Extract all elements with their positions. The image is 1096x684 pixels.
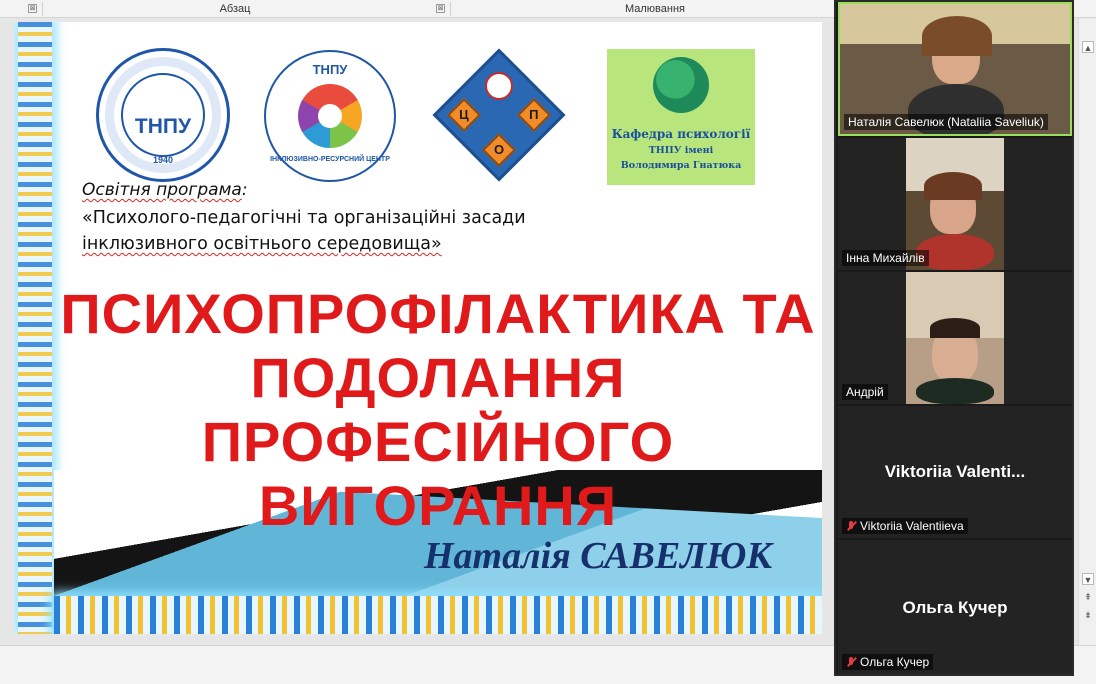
logo-text: ТНПУ: [134, 115, 192, 138]
dialog-launcher-icon[interactable]: ⊠: [28, 4, 37, 13]
participant-center-name: Ольга Кучер: [902, 598, 1008, 617]
dept-university: ТНПУ імені: [648, 145, 714, 156]
participant-tile[interactable]: Наталія Савелюк (Nataliia Saveliuk): [838, 2, 1072, 136]
slide[interactable]: ТНПУ 1940 ТНПУ ІНКЛЮЗИВНО-РЕСУРСНИЙ ЦЕНТ…: [14, 22, 822, 634]
participant-tile[interactable]: Андрій: [838, 272, 1072, 404]
psychology-department-logo: Кафедра психології ТНПУ імені Володимира…: [607, 49, 755, 185]
program-name-line: «Психолого-педагогічні та організаційні …: [82, 208, 526, 228]
ribbon-divider: [450, 2, 451, 16]
title-line: ПОДОЛАННЯ: [250, 346, 626, 409]
avatar-hair: [930, 318, 980, 338]
brain-icon: [653, 57, 709, 113]
program-label: Освітня програма:: [82, 180, 248, 200]
program-name: «Психолого-педагогічні та організаційні …: [82, 205, 642, 257]
avatar-body: [916, 378, 994, 404]
participant-name: Ольга Кучер: [842, 654, 934, 670]
participant-video: [906, 272, 1004, 404]
mic-muted-icon: [846, 521, 856, 531]
ornament-border-bottom: [54, 596, 822, 634]
center-diamond-logo: Ц П О: [432, 48, 566, 182]
mic-muted-icon: [846, 657, 856, 667]
dept-name: Кафедра психології: [611, 127, 751, 141]
title-line: ПРОФЕСІЙНОГО ВИГОРАННЯ: [201, 410, 675, 537]
paragraph-launcher-icon[interactable]: ⊠: [436, 4, 445, 13]
participants-panel: Наталія Савелюк (Nataliia Saveliuk) Інна…: [834, 0, 1074, 676]
page-up-icon[interactable]: ⇞: [1082, 591, 1094, 603]
dept-named-after: Володимира Гнатюка: [620, 160, 742, 171]
author-name: Наталія САВЕЛЮК: [424, 535, 773, 577]
program-name-line: інклюзивного освітнього середовища»: [82, 234, 442, 254]
scroll-down-icon[interactable]: ▼: [1082, 573, 1094, 585]
vertical-scrollbar[interactable]: ▲ ▼ ⇞ ⇟: [1078, 19, 1096, 645]
participant-name: Інна Михайлів: [842, 250, 929, 266]
ornament-pattern: [18, 22, 52, 634]
slide-title: ПСИХОПРОФІЛАКТИКА ТА ПОДОЛАННЯ ПРОФЕСІЙН…: [60, 282, 816, 538]
avatar-hair: [924, 172, 982, 200]
logo-subtitle: ІНКЛЮЗИВНО-РЕСУРСНИЙ ЦЕНТР: [270, 156, 390, 163]
inclusive-resource-center-logo: ТНПУ ІНКЛЮЗИВНО-РЕСУРСНИЙ ЦЕНТР: [264, 50, 396, 182]
logo-center: [318, 104, 342, 128]
emblem-icon: [485, 72, 513, 100]
ribbon-group-drawing: Малювання: [624, 3, 686, 15]
participant-tile[interactable]: Ольга Кучер Ольга Кучер: [838, 540, 1072, 674]
tnpu-university-logo: ТНПУ 1940: [96, 48, 230, 182]
ribbon-divider: [42, 2, 43, 16]
participant-tile[interactable]: Інна Михайлів: [838, 138, 1072, 270]
logo-year: 1940: [152, 155, 174, 165]
app-window: ⊠ Абзац ⊠ Малювання ТНПУ 1940 ТНПУ ІНКЛЮ…: [0, 0, 1096, 684]
participant-name: Андрій: [842, 384, 888, 400]
participant-center-name: Viktoriia Valenti...: [884, 462, 1026, 481]
participant-tile[interactable]: Viktoriia Valenti... Viktoriia Valentiie…: [838, 406, 1072, 538]
page-down-icon[interactable]: ⇟: [1082, 609, 1094, 621]
scroll-up-icon[interactable]: ▲: [1082, 41, 1094, 53]
avatar-hair: [922, 16, 992, 56]
ribbon-group-paragraph: Абзац: [219, 3, 251, 15]
title-line: ПСИХОПРОФІЛАКТИКА ТА: [60, 282, 816, 345]
participant-name: Viktoriia Valentiieva: [842, 518, 968, 534]
logo-text: ТНПУ: [312, 62, 348, 77]
participant-name: Наталія Савелюк (Nataliia Saveliuk): [844, 114, 1048, 130]
